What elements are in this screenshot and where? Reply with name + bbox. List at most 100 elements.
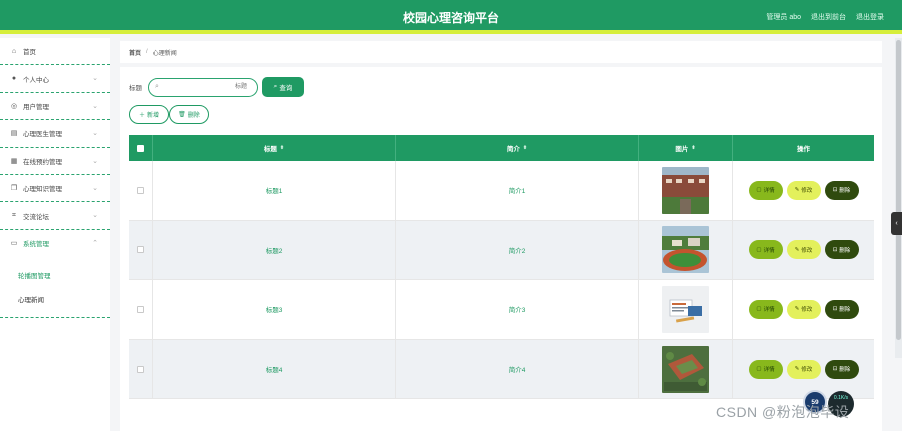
edit-button[interactable]: ✎ 修改 [786,240,821,260]
chevron-down-icon: ⌄ [92,184,98,192]
view-button[interactable]: ▢ 详情 [748,180,783,200]
edit-label: 修改 [801,188,813,195]
side-drawer-handle[interactable]: ‹ [891,212,902,235]
delete-label: 删除 [839,367,851,374]
query-button[interactable]: ⌕ 查询 [262,77,304,97]
sidebar-item-label: 在线预约管理 [23,158,62,166]
search-label: 标题 [129,85,142,92]
trash-icon: 🗑 [178,112,186,118]
chevron-down-icon: ⌄ [92,157,98,165]
sidebar-item-label: 心理知识管理 [23,186,62,194]
row-actions: ▢ 详情 ✎ 修改 ⊡ 删除 [733,340,874,399]
watermark: CSDN @粉泡泡毕设 [716,404,850,420]
sidebar: ⌂ 首页 ● 个人中心 ⌄ ◎ 用户管理 ⌄ ▤ 心理医生管理 ⌄ ▦ 在线预约… [0,38,110,431]
row-title: 标题2 [153,220,396,280]
column-intro[interactable]: 简介 ⬍ [396,135,639,161]
batch-delete-button[interactable]: 🗑 删除 [169,105,209,124]
sidebar-item-label: 首页 [23,49,36,57]
system-submenu: 轮播图管理 心理新闻 [0,257,110,319]
sidebar-item-doctors[interactable]: ▤ 心理医生管理 ⌄ [0,120,110,148]
row-checkbox[interactable] [137,365,144,373]
row-actions: ▢ 详情 ✎ 修改 ⊡ 删除 [733,280,874,339]
edit-button[interactable]: ✎ 修改 [786,299,821,319]
row-actions: ▢ 详情 ✎ 修改 ⊡ 删除 [733,161,874,220]
search-row: 标题 ⌕ ⌕ 查询 [129,77,304,97]
submenu-item-news[interactable]: 心理新闻 [18,287,110,311]
delete-button-label: 删除 [187,113,200,119]
home-icon: ⌂ [11,47,17,55]
column-title[interactable]: 标题 ⬍ [153,135,396,161]
view-label: 详情 [763,307,775,314]
sidebar-item-appointments[interactable]: ▦ 在线预约管理 ⌄ [0,148,110,175]
delete-label: 删除 [839,188,851,195]
users-icon: ◎ [10,102,18,110]
delete-button[interactable]: ⊡ 删除 [824,240,859,260]
delete-label: 删除 [839,247,851,254]
sidebar-item-forum[interactable]: ⌗ 交流论坛 ⌄ [0,202,110,230]
sidebar-item-knowledge[interactable]: ❐ 心理知识管理 ⌄ [0,175,110,203]
row-select-cell [129,280,153,339]
row-image-cell [639,161,733,220]
calendar-icon: ▦ [10,157,18,165]
view-label: 详情 [763,188,775,195]
row-select-cell [129,220,153,280]
detail-icon: ▢ [756,306,762,313]
sidebar-item-label: 心理医生管理 [23,131,62,139]
column-image-label: 图片 [675,146,689,153]
sort-icon: ⬍ [691,145,696,151]
row-checkbox[interactable] [137,246,144,254]
trash-icon: ⊡ [832,246,838,253]
pencil-icon: ✎ [794,187,800,194]
column-image[interactable]: 图片 ⬍ [639,135,733,161]
row-title: 标题4 [153,339,396,399]
view-button[interactable]: ▢ 详情 [748,359,783,379]
sort-icon: ⬍ [279,145,285,151]
pencil-icon: ✎ [794,246,800,253]
table-row: 标题3 简介3 ▢ 详情 ✎ 修改 ⊡ 删除 [129,280,874,340]
sidebar-item-users[interactable]: ◎ 用户管理 ⌄ [0,93,110,121]
add-button[interactable]: ＋ 新增 [129,105,169,124]
edit-button[interactable]: ✎ 修改 [786,359,821,379]
chevron-down-icon: ⌄ [92,102,98,110]
sidebar-item-profile[interactable]: ● 个人中心 ⌄ [0,65,110,93]
pencil-icon: ✎ [794,366,800,373]
select-all-checkbox[interactable] [137,144,144,152]
trash-icon: ⊡ [832,306,838,313]
pencil-icon: ✎ [794,306,800,313]
news-table: 标题 ⬍ 简介 ⬍ 图片 ⬍ 操作 标题1 简介1 ▢ 详情 ✎ 修改 ⊡ 删除… [129,135,874,400]
breadcrumb-home[interactable]: 首页 [129,48,141,57]
row-checkbox[interactable] [137,305,144,313]
scrollbar-thumb[interactable] [896,40,901,340]
view-button[interactable]: ▢ 详情 [748,240,783,260]
column-intro-label: 简介 [506,146,520,153]
delete-button[interactable]: ⊡ 删除 [824,299,859,319]
row-title: 标题1 [153,161,396,220]
column-title-label: 标题 [263,146,277,153]
sidebar-item-home[interactable]: ⌂ 首页 [0,38,110,66]
current-user: 管理员 abo [766,14,801,21]
row-intro: 简介4 [396,339,639,399]
logout-link[interactable]: 退出登录 [856,12,884,22]
sidebar-item-system[interactable]: ▭ 系统管理 ⌃ [0,230,110,257]
chevron-down-icon: ⌄ [92,212,98,220]
delete-button[interactable]: ⊡ 删除 [824,359,859,379]
search-icon: ⌕ [155,82,159,90]
select-all-cell [129,135,153,161]
sports-field-image [662,226,709,274]
page-scrollbar[interactable] [895,38,902,358]
submenu-item-carousel[interactable]: 轮播图管理 [18,263,110,287]
row-image-cell [639,339,733,399]
search-input[interactable] [167,80,247,94]
trash-icon: ⊡ [832,187,838,194]
sidebar-item-label: 系统管理 [23,241,49,249]
search-box[interactable]: ⌕ [148,77,258,97]
edit-label: 修改 [801,307,813,314]
aerial-campus-image [662,345,709,393]
table-row: 标题1 简介1 ▢ 详情 ✎ 修改 ⊡ 删除 [129,161,874,221]
delete-button[interactable]: ⊡ 删除 [824,180,859,200]
row-checkbox[interactable] [137,186,144,194]
row-title: 标题3 [153,280,396,339]
to-front-link[interactable]: 退出到前台 [811,12,846,22]
view-button[interactable]: ▢ 详情 [748,299,783,319]
edit-button[interactable]: ✎ 修改 [786,180,821,200]
